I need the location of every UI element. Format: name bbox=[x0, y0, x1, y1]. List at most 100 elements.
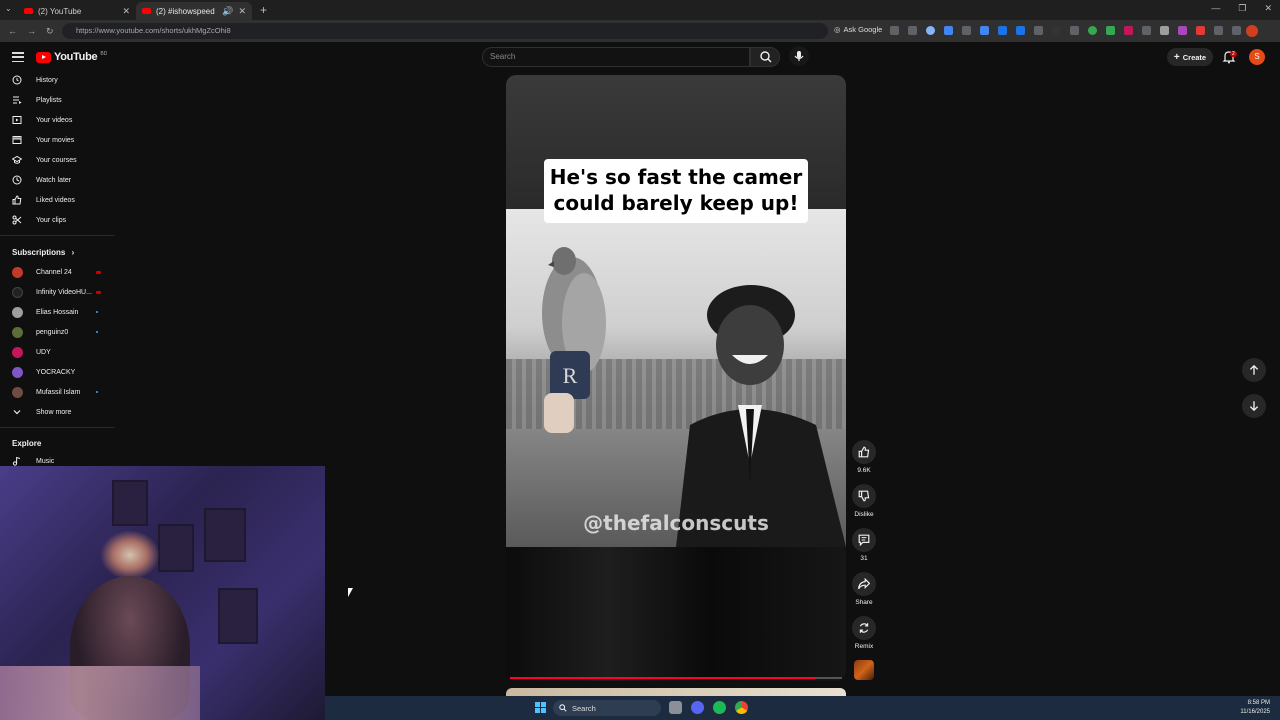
subscription-item[interactable]: YOCRACKY bbox=[0, 362, 115, 382]
address-bar[interactable]: https://www.youtube.com/shorts/ukhMgZcOh… bbox=[62, 23, 828, 39]
ask-google-button[interactable]: ◎ Ask Google bbox=[834, 25, 882, 34]
sound-thumbnail[interactable] bbox=[854, 660, 874, 680]
subscription-item[interactable]: Mufassil Islam bbox=[0, 382, 115, 402]
subscription-item[interactable]: Elias Hossain bbox=[0, 302, 115, 322]
wall-frame bbox=[158, 524, 194, 572]
subscription-item[interactable]: Channel 24 bbox=[0, 262, 115, 282]
sidebar-item-label: Your clips bbox=[36, 216, 67, 224]
extension-icon[interactable] bbox=[1142, 26, 1151, 35]
youtube-favicon-icon bbox=[142, 8, 151, 14]
video-lower-region bbox=[506, 547, 846, 681]
shorts-player[interactable]: R He's so fast the camer could barely ke… bbox=[506, 75, 846, 681]
next-short-preview[interactable] bbox=[506, 688, 846, 696]
like-button[interactable] bbox=[852, 440, 876, 464]
share-label: Share bbox=[855, 599, 873, 606]
maximize-icon[interactable]: ❐ bbox=[1238, 3, 1246, 14]
extension-icon[interactable] bbox=[1088, 26, 1097, 35]
subscription-item[interactable]: UDY bbox=[0, 342, 115, 362]
extension-icon[interactable] bbox=[1070, 26, 1079, 35]
extension-icon[interactable] bbox=[1124, 26, 1133, 35]
close-tab-icon[interactable]: ✕ bbox=[238, 6, 246, 17]
comments-button[interactable] bbox=[852, 528, 876, 552]
like-action[interactable]: 9.6K bbox=[852, 440, 876, 474]
new-tab-button[interactable]: + bbox=[260, 3, 267, 17]
google-lens-icon: ◎ bbox=[834, 25, 841, 34]
video-progress-bar[interactable] bbox=[510, 677, 842, 679]
browser-profile-avatar[interactable] bbox=[1246, 25, 1258, 37]
forward-icon[interactable]: → bbox=[27, 26, 36, 37]
youtube-wordmark: YouTube bbox=[54, 51, 98, 63]
discord-icon[interactable] bbox=[691, 701, 704, 714]
share-button[interactable] bbox=[852, 572, 876, 596]
menu-icon[interactable] bbox=[12, 52, 24, 62]
sidebar-item-your-movies[interactable]: Your movies bbox=[0, 130, 115, 150]
subscription-item[interactable]: penguinz0 bbox=[0, 322, 115, 342]
taskbar-search[interactable]: Search bbox=[553, 700, 661, 716]
minimize-icon[interactable]: — bbox=[1211, 3, 1220, 14]
sidebar-item-history[interactable]: History bbox=[0, 70, 115, 90]
system-clock[interactable]: 8:58 PM 11/16/2025 bbox=[1240, 699, 1270, 717]
account-avatar[interactable]: S bbox=[1249, 49, 1265, 65]
windows-start-icon[interactable] bbox=[535, 702, 546, 713]
extension-icon[interactable] bbox=[1178, 26, 1187, 35]
sidebar-item-liked-videos[interactable]: Liked videos bbox=[0, 190, 115, 210]
create-button[interactable]: + Create bbox=[1167, 48, 1213, 66]
spotify-icon[interactable] bbox=[713, 701, 726, 714]
youtube-logo[interactable]: YouTube BD bbox=[36, 51, 107, 63]
sidebar-item-watch-later[interactable]: Watch later bbox=[0, 170, 115, 190]
wall-frame bbox=[204, 508, 246, 562]
share-action[interactable]: Share bbox=[852, 572, 876, 606]
sidebar-item-label: Playlists bbox=[36, 96, 62, 104]
chrome-icon[interactable] bbox=[735, 701, 748, 714]
cast-icon[interactable] bbox=[890, 26, 899, 35]
tab-shorts-active[interactable]: (2) #ishowspeed #birds #fa 🔊 ✕ bbox=[136, 2, 252, 20]
back-icon[interactable]: ← bbox=[8, 26, 17, 37]
dislike-action[interactable]: Dislike bbox=[852, 484, 876, 518]
extension-icon[interactable] bbox=[944, 26, 953, 35]
extension-icon[interactable] bbox=[980, 26, 989, 35]
subscription-item[interactable]: Infinity VideoHU... bbox=[0, 282, 115, 302]
show-more-button[interactable]: Show more bbox=[0, 402, 115, 422]
channel-avatar bbox=[12, 306, 23, 318]
tab-title: (2) YouTube bbox=[38, 6, 82, 16]
subscriptions-label: Subscriptions bbox=[12, 248, 66, 257]
extension-icon[interactable] bbox=[1052, 26, 1061, 35]
search-button[interactable] bbox=[750, 47, 780, 67]
extension-icon[interactable] bbox=[962, 26, 971, 35]
channel-name: Elias Hossain bbox=[36, 308, 79, 316]
sidebar-item-your-videos[interactable]: Your videos bbox=[0, 110, 115, 130]
subscriptions-heading[interactable]: Subscriptions › bbox=[12, 248, 74, 257]
sidebar-item-playlists[interactable]: Playlists bbox=[0, 90, 115, 110]
dislike-button[interactable] bbox=[852, 484, 876, 508]
sidepanel-icon[interactable] bbox=[1232, 26, 1241, 35]
extension-icon[interactable] bbox=[1160, 26, 1169, 35]
extension-icon[interactable] bbox=[998, 26, 1007, 35]
sidebar-item-your-courses[interactable]: Your courses bbox=[0, 150, 115, 170]
next-short-button[interactable] bbox=[1242, 394, 1266, 418]
search-input[interactable]: Search bbox=[482, 47, 750, 67]
voice-search-button[interactable] bbox=[789, 46, 809, 66]
file-explorer-icon[interactable] bbox=[669, 701, 682, 714]
close-window-icon[interactable]: ✕ bbox=[1264, 3, 1272, 14]
extension-icon[interactable] bbox=[926, 26, 935, 35]
comments-action[interactable]: 31 bbox=[852, 528, 876, 562]
audio-icon[interactable]: 🔊 bbox=[222, 6, 233, 17]
comment-icon bbox=[858, 534, 870, 546]
notification-count-badge: 2 bbox=[1230, 51, 1237, 57]
close-tab-icon[interactable]: ✕ bbox=[122, 6, 130, 17]
extension-icon[interactable] bbox=[1196, 26, 1205, 35]
previous-short-button[interactable] bbox=[1242, 358, 1266, 382]
extension-icon[interactable] bbox=[1034, 26, 1043, 35]
reload-icon[interactable]: ↻ bbox=[46, 26, 54, 37]
tab-search-icon[interactable]: ⌄ bbox=[5, 4, 12, 13]
remix-button[interactable] bbox=[852, 616, 876, 640]
tab-youtube-home[interactable]: (2) YouTube ✕ bbox=[18, 2, 136, 20]
extensions-puzzle-icon[interactable] bbox=[1214, 26, 1223, 35]
remix-action[interactable]: Remix bbox=[852, 616, 876, 650]
sidebar-item-your-clips[interactable]: Your clips bbox=[0, 210, 115, 230]
extension-icon[interactable] bbox=[1016, 26, 1025, 35]
live-indicator-icon bbox=[96, 270, 101, 274]
caption-line: could barely keep up! bbox=[553, 191, 799, 215]
bookmark-star-icon[interactable] bbox=[908, 26, 917, 35]
extension-icon[interactable] bbox=[1106, 26, 1115, 35]
